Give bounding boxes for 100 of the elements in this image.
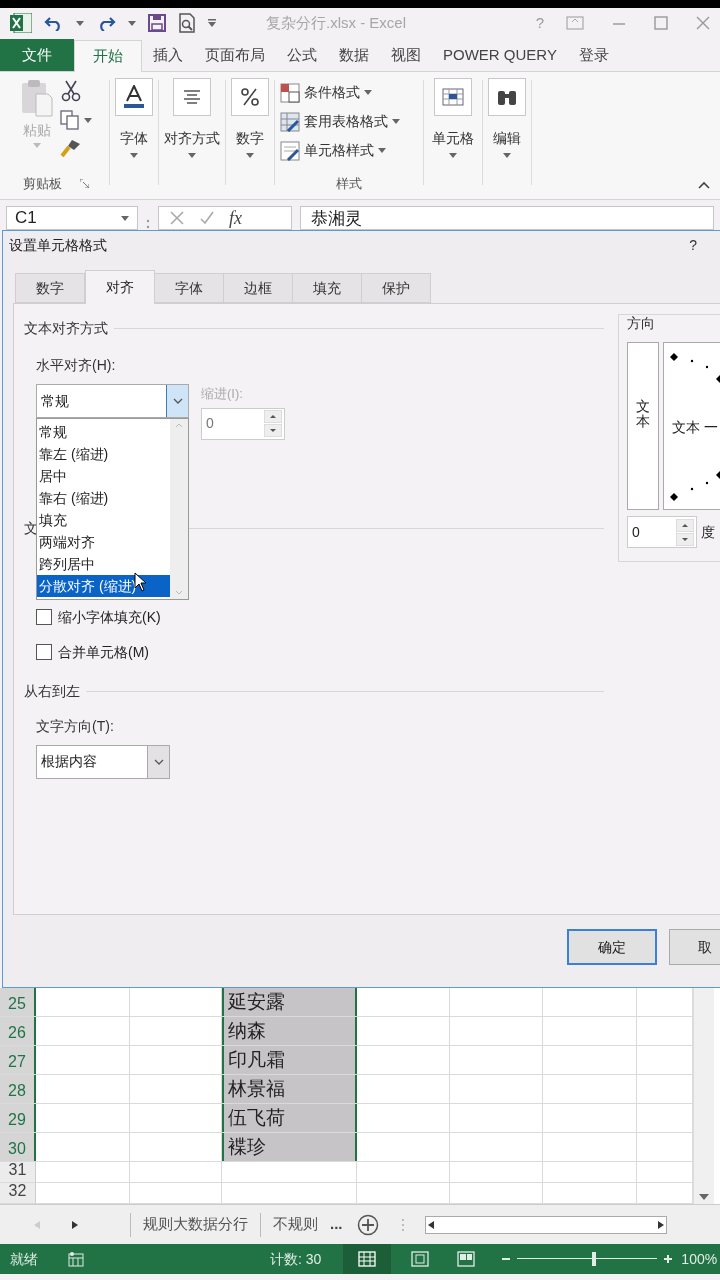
row-header[interactable]: 31 xyxy=(0,1162,36,1182)
page-break-icon[interactable] xyxy=(457,1251,476,1267)
ribbon-tab[interactable]: 公式 xyxy=(276,39,328,71)
dropdown-option[interactable]: 填充 xyxy=(37,509,170,531)
ribbon-button[interactable]: 对齐方式 xyxy=(164,78,220,158)
caret-icon[interactable] xyxy=(128,20,136,26)
dropdown-option[interactable]: 靠右 (缩进) xyxy=(37,487,170,509)
dropdown-option[interactable]: 分散对齐 (缩进) xyxy=(37,575,170,597)
ribbon-tab[interactable]: POWER QUERY xyxy=(432,39,568,71)
save-icon[interactable] xyxy=(148,14,166,32)
dialog-tab[interactable]: 边框 xyxy=(224,273,293,303)
add-sheet-icon[interactable] xyxy=(356,1213,379,1236)
excel-logo-icon[interactable] xyxy=(10,13,32,33)
zoom-slider[interactable] xyxy=(517,1252,658,1266)
caret-icon[interactable] xyxy=(84,117,92,123)
checkbox[interactable]: 合并单元格(M) xyxy=(36,641,604,663)
more-sheets-button[interactable]: ... xyxy=(330,1213,343,1236)
sheet-tab[interactable]: 不规则 xyxy=(261,1213,330,1236)
next-sheet-icon[interactable] xyxy=(72,1220,78,1229)
ribbon-button[interactable]: 单元格样式 xyxy=(280,136,386,165)
ribbon-button[interactable]: 字体 xyxy=(115,78,153,158)
name-box[interactable]: C1 xyxy=(6,206,138,230)
file-tab[interactable]: 文件 xyxy=(0,39,74,71)
dialog-launcher-icon[interactable] xyxy=(80,178,89,188)
font-color-icon xyxy=(124,85,144,109)
scissors-icon[interactable] xyxy=(60,80,82,102)
row-header[interactable]: 26 xyxy=(0,1017,36,1045)
spin-down-icon xyxy=(264,424,282,437)
ribbon-tab[interactable]: 开始 xyxy=(74,40,142,72)
normal-view-icon[interactable] xyxy=(358,1251,377,1267)
check-icon[interactable] xyxy=(199,210,215,226)
caret-icon[interactable] xyxy=(188,153,196,158)
caret-icon[interactable] xyxy=(449,153,457,158)
zoom-in-icon[interactable] xyxy=(663,1254,674,1264)
vertical-scrollbar[interactable] xyxy=(693,988,714,1204)
formula-field[interactable]: 恭湘灵 xyxy=(300,206,714,230)
cell-style-icon xyxy=(280,140,300,161)
horizontal-align-select[interactable]: 常规 xyxy=(36,384,189,418)
dropdown-option[interactable]: 居中 xyxy=(37,465,170,487)
caret-icon[interactable] xyxy=(76,20,84,26)
dialog-button[interactable]: 确定 xyxy=(567,929,658,965)
dropdown-option[interactable]: 跨列居中 xyxy=(37,553,170,575)
vertical-text-option[interactable]: 文本 xyxy=(627,342,659,510)
checkbox[interactable]: 缩小字体填充(K) xyxy=(36,606,604,628)
text-direction-select[interactable]: 根据内容 xyxy=(36,744,170,779)
splitter-icon xyxy=(400,1217,405,1232)
ribbon-tab[interactable]: 登录 xyxy=(567,39,620,71)
insert-function-button[interactable]: fx xyxy=(229,204,242,232)
indent-spinner[interactable]: 0 xyxy=(201,407,285,440)
mouse-pointer-icon xyxy=(134,572,148,592)
ribbon-button[interactable]: 条件格式 xyxy=(280,78,372,107)
row-header[interactable]: 28 xyxy=(0,1075,36,1103)
format-painter-icon[interactable] xyxy=(60,138,82,158)
dialog-tab[interactable]: 对齐 xyxy=(85,270,155,304)
dialog-tab[interactable]: 数字 xyxy=(15,273,85,303)
ribbon-button[interactable]: 数字 xyxy=(231,78,269,158)
row-header[interactable]: 30 xyxy=(0,1133,36,1161)
customize-toolbar-icon[interactable] xyxy=(208,19,216,27)
caret-icon[interactable] xyxy=(503,153,511,158)
dropdown-option[interactable]: 靠左 (缩进) xyxy=(37,443,170,465)
zoom-level[interactable]: 100% xyxy=(681,1248,718,1270)
dropdown-option[interactable]: 常规 xyxy=(37,421,170,443)
macro-record-icon[interactable] xyxy=(68,1251,84,1267)
row-header[interactable]: 29 xyxy=(0,1104,36,1132)
dialog-tab[interactable]: 字体 xyxy=(155,273,224,303)
sheet-tab[interactable]: 规则大数据分行 xyxy=(131,1213,260,1236)
caret-icon[interactable] xyxy=(378,148,386,153)
caret-icon[interactable] xyxy=(392,119,400,124)
print-preview-icon[interactable] xyxy=(178,13,196,33)
caret-icon[interactable] xyxy=(364,90,372,95)
help-button[interactable]: ? xyxy=(689,234,697,256)
ribbon-tab[interactable]: 数据 xyxy=(328,39,380,71)
close-icon[interactable] xyxy=(696,16,710,30)
field-label: 水平对齐(H): xyxy=(36,356,117,375)
ribbon-tab[interactable]: 视图 xyxy=(380,39,432,71)
collapse-ribbon-icon[interactable] xyxy=(698,181,710,189)
ribbon-tab[interactable]: 插入 xyxy=(142,39,194,71)
dialog-tab[interactable]: 保护 xyxy=(362,273,431,303)
page-layout-icon[interactable] xyxy=(411,1251,430,1267)
scroll-right-icon xyxy=(657,1220,664,1229)
caret-icon[interactable] xyxy=(246,153,254,158)
table-cell: 纳森 xyxy=(222,1017,357,1045)
row-header[interactable]: 27 xyxy=(0,1046,36,1074)
row-header[interactable]: 32 xyxy=(0,1183,36,1203)
copy-icon[interactable] xyxy=(60,110,80,130)
ribbon-button[interactable]: 单元格 xyxy=(432,78,474,158)
degrees-spinner[interactable]: 0 xyxy=(627,516,697,548)
ribbon-button[interactable]: 套用表格格式 xyxy=(280,107,400,136)
row-header[interactable]: 25 xyxy=(0,988,36,1016)
conditional-format-icon xyxy=(280,82,300,103)
dialog-tab[interactable]: 填充 xyxy=(293,273,362,303)
dialog-button[interactable]: 取 xyxy=(669,929,720,965)
caret-icon[interactable] xyxy=(121,215,129,221)
dropdown-option[interactable]: 两端对齐 xyxy=(37,531,170,553)
caret-icon[interactable] xyxy=(130,153,138,158)
horizontal-scrollbar[interactable] xyxy=(424,1215,667,1234)
orientation-dial[interactable]: 文本 一 xyxy=(663,342,720,510)
ribbon-tab[interactable]: 页面布局 xyxy=(194,39,276,71)
scrollbar[interactable] xyxy=(170,419,188,599)
ribbon-button[interactable]: 编辑 xyxy=(488,78,526,158)
